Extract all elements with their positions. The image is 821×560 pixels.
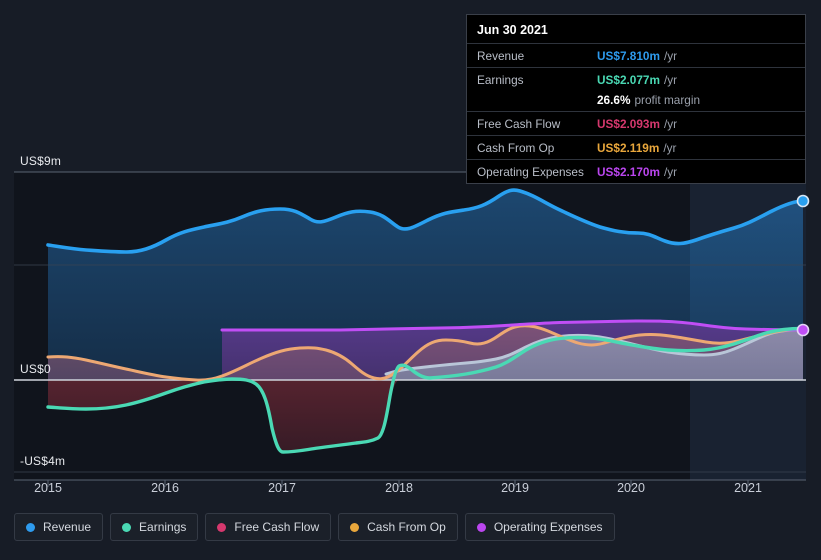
tooltip-value-earnings: US$2.077m [597,72,660,87]
tooltip-unit-operating-expenses: /yr [663,164,678,179]
x-axis-label-2016: 2016 [151,481,179,495]
tooltip-value-revenue: US$7.810m [597,48,660,63]
y-axis-label-zero: US$0 [20,362,51,376]
tooltip-row-earnings: Earnings US$2.077m /yr [467,67,805,91]
tooltip-unit-revenue: /yr [663,48,678,63]
tooltip-row-free-cash-flow: Free Cash Flow US$2.093m /yr [467,111,805,135]
legend-item-earnings[interactable]: Earnings [110,513,199,541]
tooltip-label-revenue: Revenue [477,48,525,63]
tooltip-row-operating-expenses: Operating Expenses US$2.170m /yr [467,159,805,183]
data-tooltip: Jun 30 2021 Revenue US$7.810m /yr Earnin… [466,14,806,184]
tooltip-value-operating-expenses: US$2.170m [597,164,660,179]
y-axis-label-bottom: -US$4m [20,454,66,468]
x-axis-label-2020: 2020 [617,481,645,495]
tooltip-value-free-cash-flow: US$2.093m [597,116,660,131]
x-axis-label-2018: 2018 [385,481,413,495]
revenue-endpoint-marker [796,194,810,208]
tooltip-value-cash-from-op: US$2.119m [597,140,660,155]
tooltip-label-free-cash-flow: Free Cash Flow [477,116,561,131]
chart-legend: Revenue Earnings Free Cash Flow Cash Fro… [14,513,615,541]
legend-label-cash-from-op: Cash From Op [367,520,446,534]
x-axis-label-2021: 2021 [734,481,762,495]
tooltip-unit-free-cash-flow: /yr [663,116,678,131]
tooltip-date: Jun 30 2021 [477,23,548,37]
legend-item-free-cash-flow[interactable]: Free Cash Flow [205,513,332,541]
legend-label-earnings: Earnings [139,520,187,534]
x-axis-label-2017: 2017 [268,481,296,495]
tooltip-label-cash-from-op: Cash From Op [477,140,555,155]
legend-dot-icon-operating-expenses [476,522,486,532]
legend-label-revenue: Revenue [43,520,92,534]
y-axis-label-top: US$9m [20,154,62,168]
legend-item-operating-expenses[interactable]: Operating Expenses [464,513,615,541]
chart-screenshot: US$9m US$0 -US$4m 2015 2016 2017 2018 20… [0,0,821,560]
legend-item-cash-from-op[interactable]: Cash From Op [338,513,458,541]
tooltip-row-profit-margin: 26.6% profit margin [467,91,805,111]
tooltip-row-cash-from-op: Cash From Op US$2.119m /yr [467,135,805,159]
legend-dot-icon-earnings [122,522,132,532]
legend-dot-icon-free-cash-flow [217,522,227,532]
legend-label-free-cash-flow: Free Cash Flow [234,520,320,534]
tooltip-row-revenue: Revenue US$7.810m /yr [467,43,805,67]
tooltip-unit-profit-margin: profit margin [634,92,701,107]
tooltip-value-profit-margin: 26.6% [597,92,631,107]
tooltip-label-operating-expenses: Operating Expenses [477,164,584,179]
tooltip-label-earnings: Earnings [477,72,524,87]
legend-dot-icon-revenue [26,522,35,532]
x-axis-label-2015: 2015 [34,481,62,495]
legend-item-revenue[interactable]: Revenue [14,513,104,541]
x-axis-label-2019: 2019 [501,481,529,495]
legend-label-operating-expenses: Operating Expenses [493,520,603,534]
tooltip-unit-cash-from-op: /yr [663,140,677,155]
tooltip-unit-earnings: /yr [663,72,678,87]
legend-dot-icon-cash-from-op [350,522,360,532]
operating-expenses-endpoint-marker [796,323,810,337]
